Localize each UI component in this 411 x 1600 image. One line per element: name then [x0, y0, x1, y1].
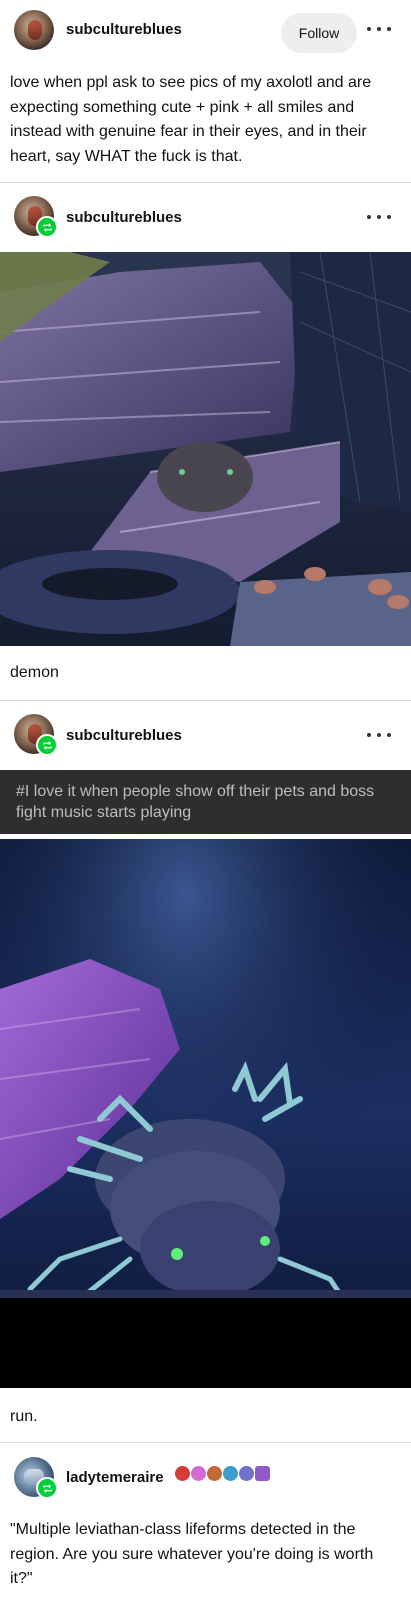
avatar[interactable]	[14, 10, 54, 50]
reblog-icon	[36, 734, 58, 756]
more-options-icon[interactable]	[367, 725, 391, 745]
axolotl-photo-closeup[interactable]	[0, 839, 411, 1388]
post-caption: demon	[10, 664, 59, 681]
purple-ghost-icon	[239, 1466, 254, 1481]
follow-button[interactable]: Follow	[281, 13, 357, 53]
red-badge-icon	[175, 1466, 190, 1481]
post-header: subcultureblues	[0, 708, 411, 760]
reblog-icon	[36, 1477, 58, 1499]
post-tag[interactable]: #I love it when people show off their pe…	[0, 770, 411, 834]
post-caption: run.	[10, 1408, 38, 1425]
profile-badges	[175, 1466, 270, 1482]
username[interactable]: subcultureblues	[66, 727, 182, 744]
post-header: subcultureblues Follow	[0, 4, 411, 56]
axolotl-photo-tank[interactable]	[0, 252, 411, 646]
more-options-icon[interactable]	[367, 19, 391, 39]
divider	[0, 182, 411, 183]
username[interactable]: ladytemeraire	[66, 1469, 164, 1486]
username[interactable]: subcultureblues	[66, 21, 182, 38]
post-text: love when ppl ask to see pics of my axol…	[10, 74, 372, 165]
username[interactable]: subcultureblues	[66, 209, 182, 226]
blue-wave-icon	[223, 1466, 238, 1481]
pink-face-icon	[191, 1466, 206, 1481]
orange-creature-icon	[207, 1466, 222, 1481]
divider	[0, 700, 411, 701]
divider	[0, 1442, 411, 1443]
more-options-icon[interactable]	[367, 207, 391, 227]
post-header: subcultureblues	[0, 190, 411, 242]
post-text: "Multiple leviathan-class lifeforms dete…	[10, 1521, 374, 1587]
purple-tank-icon	[255, 1466, 270, 1481]
reblog-icon	[36, 216, 58, 238]
